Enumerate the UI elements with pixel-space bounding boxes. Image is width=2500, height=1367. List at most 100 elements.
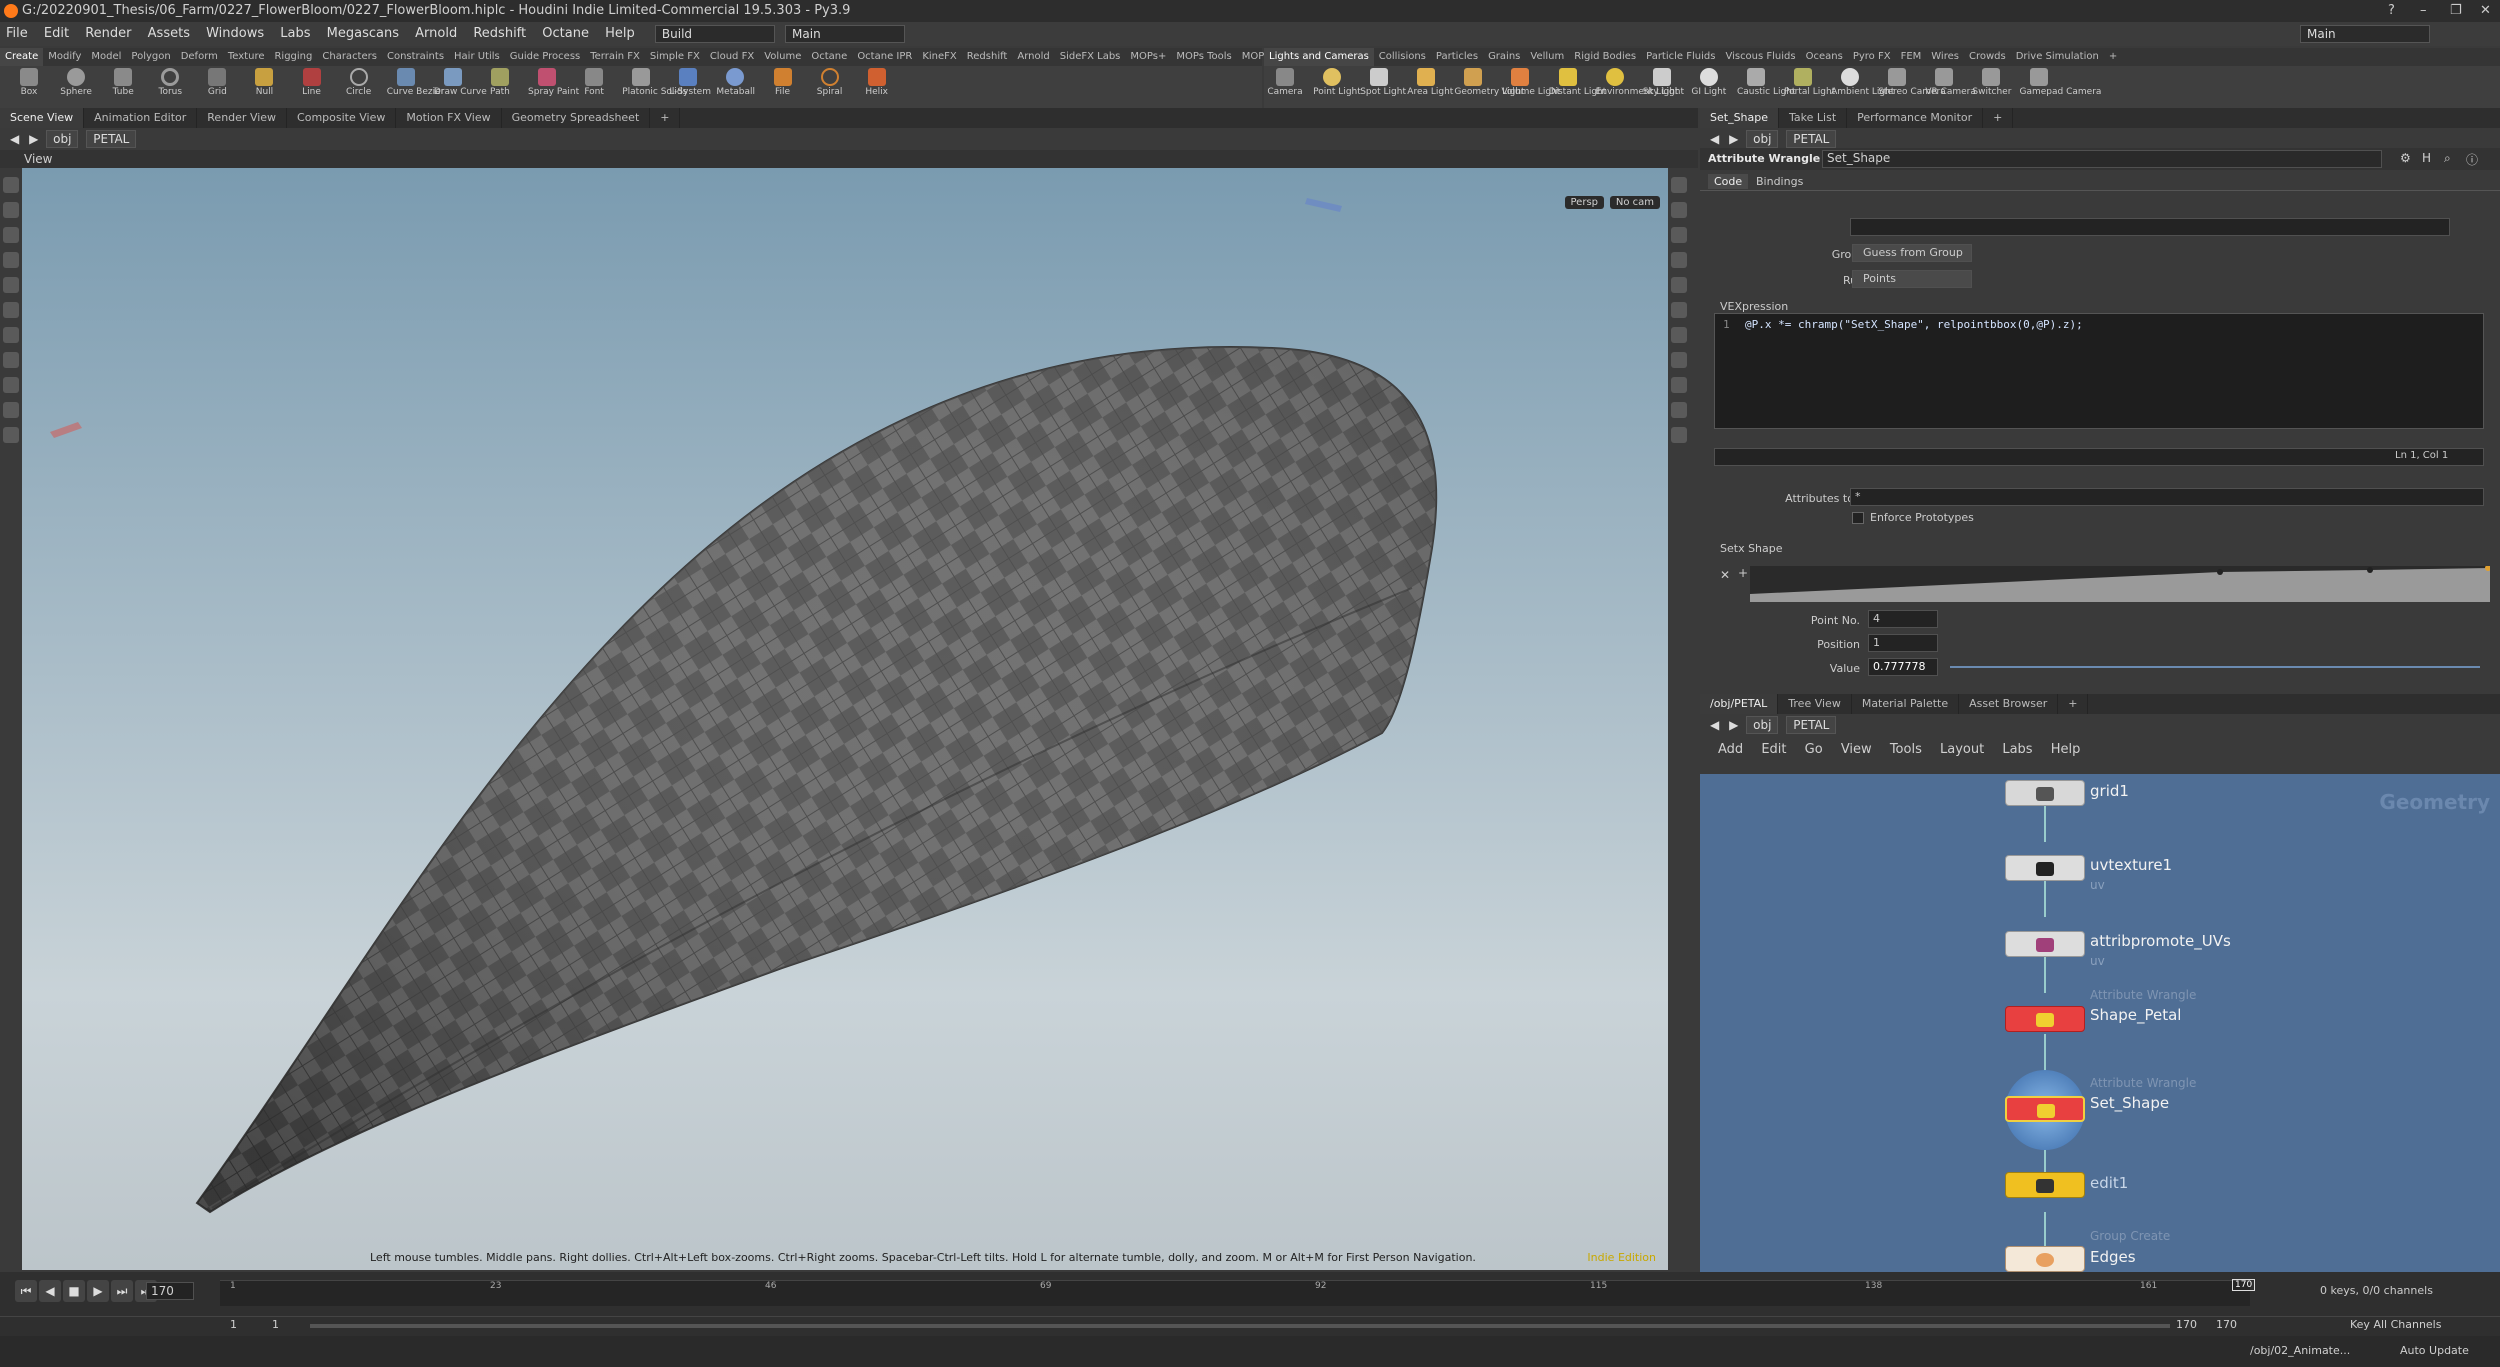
tool-geometry-light[interactable]: Geometry Light [1454,66,1525,97]
shelf-tab[interactable]: MOPs Tools [1171,48,1236,66]
tab-render-view[interactable]: Render View [197,108,288,128]
tool-metaball[interactable]: Metaball [716,66,755,97]
view-tool-icon[interactable] [3,352,19,368]
ramp-add-icon[interactable]: + [1738,566,1748,580]
range-end[interactable]: 170 [2216,1318,2237,1331]
frame-ruler[interactable]: 1 23 46 69 92 115 138 161 170 [220,1279,2256,1306]
node-set-shape[interactable] [2005,1096,2085,1122]
auto-update-button[interactable]: Auto Update [2400,1344,2469,1357]
tab-take-list[interactable]: Take List [1779,108,1848,128]
node-name-field[interactable]: Set_Shape [1822,150,2382,168]
path-node-petal[interactable]: PETAL [1786,716,1837,734]
add-shelf-icon[interactable]: + [2104,48,2122,66]
step-back-icon[interactable]: ◀ [39,1280,61,1302]
play-icon[interactable]: ▶ [87,1280,109,1302]
net-menu-edit[interactable]: Edit [1761,742,1786,757]
shelf-tab[interactable]: Octane IPR [852,48,917,66]
shelf-tab[interactable]: Pyro FX [1848,48,1896,66]
tab-performance-monitor[interactable]: Performance Monitor [1847,108,1984,128]
group-field[interactable] [1850,218,2450,236]
shelf-tab[interactable]: Drive Simulation [2011,48,2104,66]
node-name[interactable]: Edges [2090,1248,2136,1266]
tool-area-light[interactable]: Area Light [1407,66,1453,97]
shelf-tab[interactable]: Modify [43,48,86,66]
attributes-to-create-field[interactable]: * [1850,488,2484,506]
menu-edit[interactable]: Edit [38,22,75,46]
shelf-tab[interactable]: Create [0,48,44,66]
add-tab-icon[interactable]: + [650,108,681,128]
tab-code[interactable]: Code [1708,174,1749,189]
frame-marker[interactable]: 170 [2232,1279,2256,1291]
key-all-channels[interactable]: Key All Channels [2350,1318,2441,1331]
ramp-remove-icon[interactable]: ✕ [1720,568,1730,582]
tool-spot-light[interactable]: Spot Light [1360,66,1406,97]
tool-spiral[interactable]: Spiral [811,66,849,97]
right-context-select[interactable]: Main [2300,25,2430,43]
shelf-tab[interactable]: Particles [1431,48,1483,66]
info-icon[interactable]: ⓘ [2466,151,2478,168]
path-context-obj[interactable]: obj [1746,130,1779,148]
shaded-icon[interactable] [1671,227,1687,243]
shelf-tab[interactable]: Arnold [1012,48,1054,66]
tab-scene-view[interactable]: Scene View [0,108,85,128]
tool-stereo-camera[interactable]: Stereo Camera [1878,66,1946,97]
shelf-tab[interactable]: FEM [1896,48,1927,66]
shelf-tab[interactable]: Redshift [962,48,1013,66]
tool-switcher[interactable]: Switcher [1972,66,2011,97]
context-select[interactable]: Main [785,24,906,43]
tool-curve-bezier[interactable]: Curve Bezier [387,66,444,97]
group-type-select[interactable]: Guess from Group [1852,244,1972,262]
node-name[interactable]: uvtexture1 [2090,856,2172,874]
forward-arrow-icon[interactable]: ▶ [1729,718,1738,732]
3d-viewport[interactable]: Persp No cam Left mouse tumbles. Middle … [22,168,1668,1270]
shelf-tab[interactable]: KineFX [917,48,961,66]
add-tab-icon[interactable]: + [1983,108,2014,128]
shelf-tab[interactable]: Constraints [382,48,449,66]
node-name[interactable]: grid1 [2090,782,2129,800]
shelf-tab[interactable]: Polygon [126,48,175,66]
shelf-tab[interactable]: Vellum [1525,48,1569,66]
wireframe-icon[interactable] [1671,202,1687,218]
restore-icon[interactable]: ❐ [2450,0,2462,22]
node-name[interactable]: attribpromote_UVs [2090,932,2231,950]
enforce-prototypes-checkbox[interactable] [1852,512,1864,524]
tool-caustic-light[interactable]: Caustic Light [1737,66,1795,97]
tool-environment-light[interactable]: Environment Light [1596,66,1678,97]
menu-windows[interactable]: Windows [200,22,270,46]
current-frame-field[interactable]: 170 [146,1282,194,1300]
forward-arrow-icon[interactable]: ▶ [29,132,38,146]
tool-path[interactable]: Path [481,66,519,97]
help-icon[interactable]: H [2422,151,2431,165]
tool-ambient-light[interactable]: Ambient Light [1831,66,1894,97]
value-field[interactable]: 0.777778 [1868,658,1938,676]
tool-gi-light[interactable]: GI Light [1690,66,1728,97]
tool-helix[interactable]: Helix [858,66,896,97]
shelf-tab[interactable]: Cloud FX [705,48,759,66]
shelf-tab[interactable]: Terrain FX [585,48,645,66]
net-menu-view[interactable]: View [1841,742,1872,757]
path-context-obj[interactable]: obj [46,130,79,148]
menu-render[interactable]: Render [79,22,137,46]
forward-arrow-icon[interactable]: ▶ [1729,132,1738,146]
net-menu-add[interactable]: Add [1718,742,1743,757]
tool-file[interactable]: File [764,66,802,97]
net-menu-labs[interactable]: Labs [2002,742,2032,757]
select-tool-icon[interactable] [3,177,19,193]
shelf-tab[interactable]: Volume [759,48,806,66]
tool-portal-light[interactable]: Portal Light [1784,66,1835,97]
shelf-tab[interactable]: Rigging [269,48,317,66]
shelf-tab[interactable]: Simple FX [645,48,705,66]
snap-icon[interactable] [3,402,19,418]
range-start-visible[interactable]: 1 [272,1318,279,1331]
camera-menu[interactable]: No cam [1609,196,1660,209]
add-tab-icon[interactable]: + [2058,694,2089,714]
ramp-graph[interactable] [1750,566,2490,602]
menu-octane[interactable]: Octane [536,22,595,46]
tool-sphere[interactable]: Sphere [57,66,95,97]
shelf-tab[interactable]: Particle Fluids [1641,48,1720,66]
menu-megascans[interactable]: Megascans [321,22,405,46]
value-slider[interactable] [1950,666,2480,668]
light-icon[interactable] [1671,277,1687,293]
node-uvtexture1[interactable] [2005,855,2085,881]
tool-sky-light[interactable]: Sky Light [1643,66,1684,97]
